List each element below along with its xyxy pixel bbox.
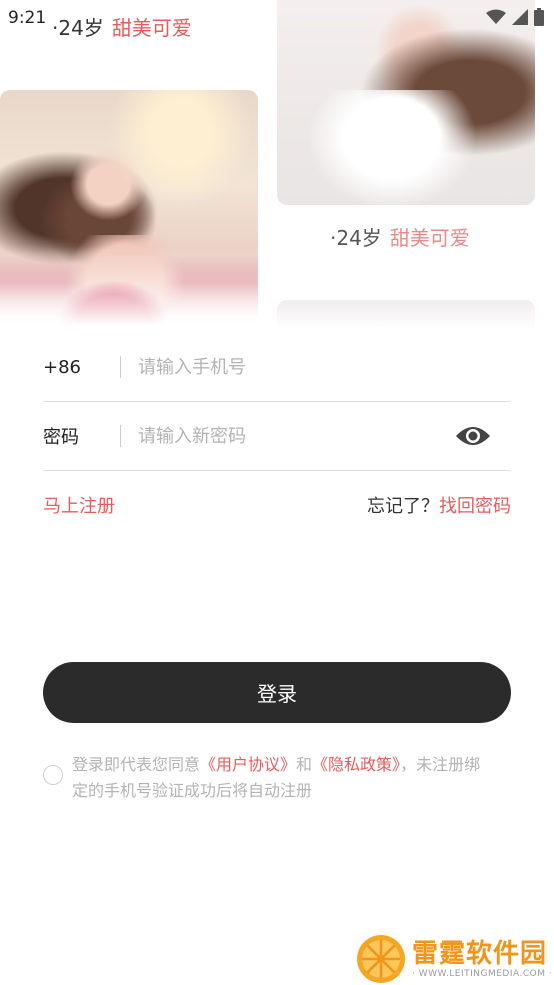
login-button[interactable]: 登录 [43,662,511,723]
signal-icon [512,9,528,25]
card-caption: ·24岁 甜美可爱 [52,12,192,41]
agreement-and: 和 [296,755,313,774]
wifi-icon [486,9,506,24]
photo-detail [307,90,477,205]
agreement-text: 登录即代表您同意《用户协议》和《隐私政策》，未注册绑定的手机号验证成功后将自动注… [72,752,492,804]
watermark: 雷霆软件园 · WWW.LEITINGMEDIA.COM · [356,934,552,984]
divider [120,425,121,447]
profile-photo-right[interactable] [277,0,535,205]
recover-password-link[interactable]: 找回密码 [439,496,511,517]
register-link[interactable]: 马上注册 [43,492,115,518]
password-row: 密码 [43,402,511,471]
divider [120,356,121,378]
password-input[interactable] [138,425,455,447]
phone-input[interactable] [138,356,511,378]
status-time: 9:21 [8,8,47,28]
card-age: ·24岁 [52,16,104,40]
agree-checkbox[interactable] [43,765,63,785]
eye-icon[interactable] [455,424,491,448]
photo-fade [0,246,258,326]
phone-row: +86 [43,333,511,402]
card-tag: 甜美可爱 [111,16,192,40]
watermark-url: · WWW.LEITINGMEDIA.COM · [412,969,553,979]
forgot-prefix: 忘记了？ [367,496,439,517]
card-caption: ·24岁 甜美可爱 [330,222,470,251]
battery-icon [534,8,544,26]
status-icons [486,8,544,26]
profile-photo-right-2[interactable] [277,300,535,330]
card-tag: 甜美可爱 [389,226,470,250]
forgot-password: 忘记了？找回密码 [367,492,511,518]
agreement-prefix: 登录即代表您同意 [72,755,201,774]
privacy-policy-link[interactable]: 《隐私政策》 [312,755,400,774]
card-age: ·24岁 [330,226,382,250]
country-code[interactable]: +86 [43,357,120,378]
watermark-title: 雷霆软件园 [412,939,548,969]
profile-photo-left[interactable] [0,90,258,326]
password-label: 密码 [43,427,79,448]
user-agreement-link[interactable]: 《用户协议》 [200,755,296,774]
orange-logo-icon [357,935,405,983]
